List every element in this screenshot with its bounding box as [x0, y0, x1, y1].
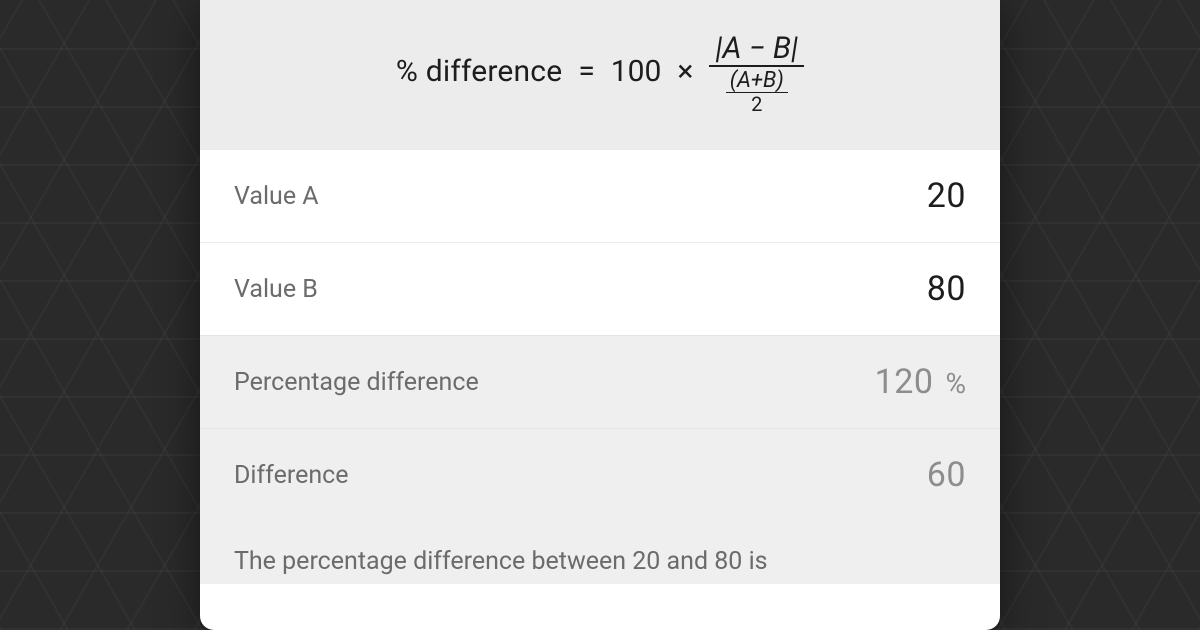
- percentage-difference-row: Percentage difference 120 %: [200, 335, 1000, 428]
- formula-denominator: (A+B) 2: [720, 67, 794, 115]
- value-a-input[interactable]: 20: [846, 176, 966, 216]
- difference-value: 60: [846, 455, 966, 495]
- formula-constant: 100: [611, 54, 662, 89]
- formula-display: % difference = 100 × |A − B| (A+B) 2: [200, 0, 1000, 149]
- percentage-difference-value: 120: [813, 362, 933, 402]
- difference-row: Difference 60: [200, 428, 1000, 521]
- value-b-input[interactable]: 80: [846, 269, 966, 309]
- percentage-difference-label: Percentage difference: [234, 368, 479, 397]
- value-a-row[interactable]: Value A 20: [200, 149, 1000, 242]
- formula-denom-bottom: 2: [751, 93, 762, 115]
- formula-fraction: |A − B| (A+B) 2: [709, 32, 804, 115]
- calculator-card: % difference = 100 × |A − B| (A+B) 2 Val…: [200, 0, 1000, 630]
- percentage-difference-unit: %: [945, 367, 966, 400]
- formula-numerator: |A − B|: [709, 32, 804, 67]
- value-b-row[interactable]: Value B 80: [200, 242, 1000, 335]
- formula-times: ×: [677, 54, 693, 89]
- difference-label: Difference: [234, 461, 348, 490]
- formula-lhs: % difference: [396, 54, 562, 89]
- formula-equals: =: [578, 54, 594, 89]
- formula-denom-top: (A+B): [726, 69, 788, 93]
- value-b-label: Value B: [234, 275, 318, 304]
- summary-text: The percentage difference between 20 and…: [200, 521, 1000, 584]
- value-a-label: Value A: [234, 182, 319, 211]
